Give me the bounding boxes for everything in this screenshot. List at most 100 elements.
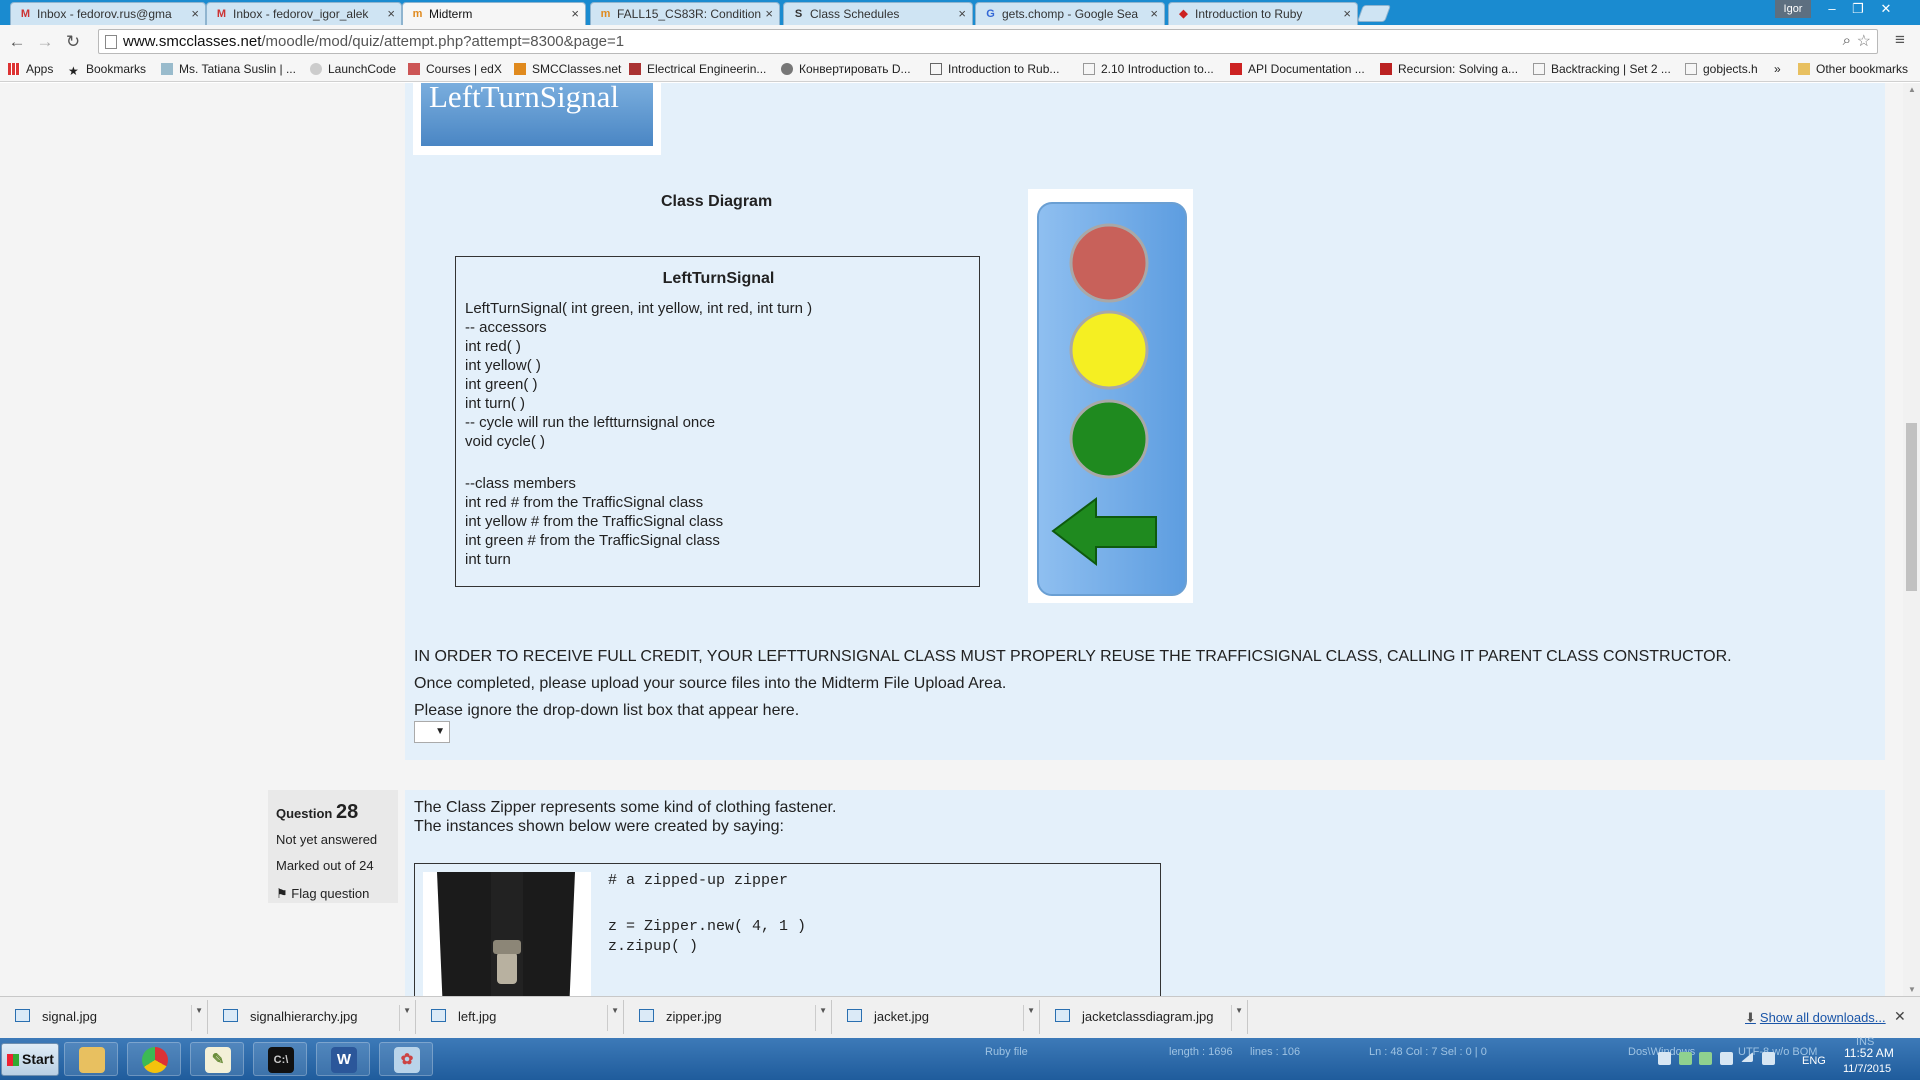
bookmark-launchcode[interactable]: LaunchCode xyxy=(310,62,396,76)
tab-intro-ruby[interactable]: ◆ Introduction to Ruby × xyxy=(1168,2,1358,25)
red-light-icon xyxy=(1069,223,1149,303)
bookmark-edx[interactable]: Courses | edX xyxy=(408,62,502,76)
download-item[interactable]: jacket.jpg ▼ xyxy=(834,1000,1040,1034)
close-shelf-icon[interactable]: ✕ xyxy=(1894,1008,1906,1025)
tab-google-search[interactable]: G gets.chomp - Google Sea × xyxy=(975,2,1165,25)
tab-cs83r[interactable]: m FALL15_CS83R: Condition × xyxy=(590,2,780,25)
address-bar[interactable]: www.smcclasses.net/moodle/mod/quiz/attem… xyxy=(98,29,1878,54)
star-icon: ★ xyxy=(68,64,79,78)
back-icon[interactable]: ← xyxy=(6,31,28,53)
bookmark-backtracking[interactable]: Backtracking | Set 2 ... xyxy=(1533,62,1671,76)
question-28-text-2: The instances shown below were created b… xyxy=(414,818,784,835)
tab-midterm[interactable]: m Midterm × xyxy=(402,2,586,25)
download-filename: jacketclassdiagram.jpg xyxy=(1082,1009,1214,1024)
rocket-icon xyxy=(310,63,322,75)
taskbar-word[interactable]: W xyxy=(316,1042,370,1076)
bookmark-label: Backtracking | Set 2 ... xyxy=(1551,62,1671,76)
bookmark-electrical[interactable]: Electrical Engineerin... xyxy=(629,62,766,76)
close-tab-icon[interactable]: × xyxy=(765,3,773,25)
class-member-line: int green( ) xyxy=(465,376,538,393)
network-signal-icon[interactable] xyxy=(1741,1052,1753,1062)
forward-icon[interactable]: → xyxy=(34,31,56,53)
bookmark-bookmarks[interactable]: ★ Bookmarks xyxy=(68,62,146,77)
flag-question-button[interactable]: ⚑ Flag question xyxy=(276,886,369,902)
taskbar-explorer[interactable] xyxy=(64,1042,118,1076)
bookmarks-overflow-button[interactable]: » xyxy=(1774,62,1781,76)
bookmark-intro-ruby[interactable]: Introduction to Rub... xyxy=(930,62,1059,76)
answer-dropdown[interactable]: ▼ xyxy=(414,721,450,743)
bookmark-star-icon[interactable]: ☆ xyxy=(1857,31,1871,51)
chevron-down-icon[interactable]: ▼ xyxy=(607,1005,619,1031)
scroll-up-icon[interactable]: ▲ xyxy=(1908,85,1916,94)
close-tab-icon[interactable]: × xyxy=(571,3,579,25)
class-member-line: int turn( ) xyxy=(465,395,526,412)
bookmark-gobjects[interactable]: gobjects.h xyxy=(1685,62,1758,76)
restore-button[interactable]: ❐ xyxy=(1844,0,1872,18)
scrollbar-thumb[interactable] xyxy=(1906,423,1917,591)
close-tab-icon[interactable]: × xyxy=(958,3,966,25)
new-tab-button[interactable] xyxy=(1356,5,1392,22)
download-item[interactable]: left.jpg ▼ xyxy=(418,1000,624,1034)
tray-app-icon[interactable] xyxy=(1679,1052,1692,1065)
bookmark-210-intro[interactable]: 2.10 Introduction to... xyxy=(1083,62,1214,76)
chevron-down-icon[interactable]: ▼ xyxy=(191,1005,203,1031)
chrome-icon xyxy=(142,1047,168,1073)
tab-gmail-2[interactable]: M Inbox - fedorov_igor_alek × xyxy=(206,2,402,25)
scroll-down-icon[interactable]: ▼ xyxy=(1908,985,1916,994)
chevron-down-icon[interactable]: ▼ xyxy=(815,1005,827,1031)
input-language[interactable]: ENG xyxy=(1802,1055,1826,1067)
bookmark-smcclasses[interactable]: SMCClasses.net xyxy=(514,62,621,76)
download-item[interactable]: jacketclassdiagram.jpg ▼ xyxy=(1042,1000,1248,1034)
bookmark-convert[interactable]: Конвертировать D... xyxy=(781,62,911,76)
bookmark-apps[interactable]: Apps xyxy=(8,62,53,76)
download-item[interactable]: signalhierarchy.jpg ▼ xyxy=(210,1000,416,1034)
close-window-button[interactable]: ✕ xyxy=(1872,0,1900,18)
close-tab-icon[interactable]: × xyxy=(1150,3,1158,25)
bookmark-suslin[interactable]: Ms. Tatiana Suslin | ... xyxy=(161,62,296,76)
close-tab-icon[interactable]: × xyxy=(191,3,199,25)
zoom-icon[interactable]: ⌕ xyxy=(1843,32,1851,49)
bookmark-recursion[interactable]: Recursion: Solving a... xyxy=(1380,62,1518,76)
tab-title: FALL15_CS83R: Condition xyxy=(617,7,762,21)
bookmark-label: Electrical Engineerin... xyxy=(647,62,767,76)
url-host: www.smcclasses.net xyxy=(123,33,262,50)
chevron-down-icon[interactable]: ▼ xyxy=(399,1005,411,1031)
editor-lines: lines : 106 xyxy=(1250,1046,1301,1058)
tab-class-schedules[interactable]: S Class Schedules × xyxy=(783,2,973,25)
terminal-icon: C:\ xyxy=(268,1047,294,1073)
class-name: LeftTurnSignal xyxy=(662,270,775,287)
chevron-down-icon[interactable]: ▼ xyxy=(1231,1005,1243,1031)
taskbar-terminal[interactable]: C:\ xyxy=(253,1042,307,1076)
close-tab-icon[interactable]: × xyxy=(387,3,395,25)
taskbar-chrome[interactable] xyxy=(127,1042,181,1076)
minimize-button[interactable]: – xyxy=(1818,0,1846,18)
taskbar-paint[interactable]: ✿ xyxy=(379,1042,433,1076)
download-item[interactable]: signal.jpg ▼ xyxy=(2,1000,208,1034)
reload-icon[interactable]: ↻ xyxy=(62,31,84,53)
bookmark-api-docs[interactable]: API Documentation ... xyxy=(1230,62,1365,76)
bookmark-other[interactable]: Other bookmarks xyxy=(1798,62,1908,76)
code-line: # a zipped-up zipper xyxy=(608,872,789,889)
taskbar-notepadpp[interactable]: ✎ xyxy=(190,1042,244,1076)
download-item[interactable]: zipper.jpg ▼ xyxy=(626,1000,832,1034)
chevron-down-icon[interactable]: ▼ xyxy=(1023,1005,1035,1031)
start-button[interactable]: Start xyxy=(1,1043,59,1076)
show-all-downloads-link[interactable]: ⬇ Show all downloads... xyxy=(1745,1010,1886,1026)
close-tab-icon[interactable]: × xyxy=(1343,3,1351,25)
chevron-down-icon: ▼ xyxy=(435,726,445,737)
tray-app-icon[interactable] xyxy=(1658,1052,1671,1065)
chrome-menu-icon[interactable]: ≡ xyxy=(1895,30,1905,50)
clock-time[interactable]: 11:52 AM xyxy=(1844,1046,1894,1060)
url-text[interactable]: www.smcclasses.net/moodle/mod/quiz/attem… xyxy=(123,33,624,50)
logo-image-frame: LeftTurnSignal xyxy=(413,83,661,155)
bookmark-label: API Documentation ... xyxy=(1248,62,1365,76)
editor-position: Ln : 48 Col : 7 Sel : 0 | 0 xyxy=(1369,1046,1487,1058)
tray-app-icon[interactable] xyxy=(1699,1052,1712,1065)
question-mark: Marked out of 24 xyxy=(276,858,374,873)
action-center-flag-icon[interactable] xyxy=(1720,1052,1733,1065)
profile-button[interactable]: Igor xyxy=(1775,0,1811,18)
clock-date[interactable]: 11/7/2015 xyxy=(1843,1063,1891,1075)
volume-icon[interactable] xyxy=(1762,1052,1775,1065)
page-scrollbar[interactable]: ▲ ▼ xyxy=(1903,83,1920,996)
tab-gmail-1[interactable]: M Inbox - fedorov.rus@gma × xyxy=(10,2,206,25)
